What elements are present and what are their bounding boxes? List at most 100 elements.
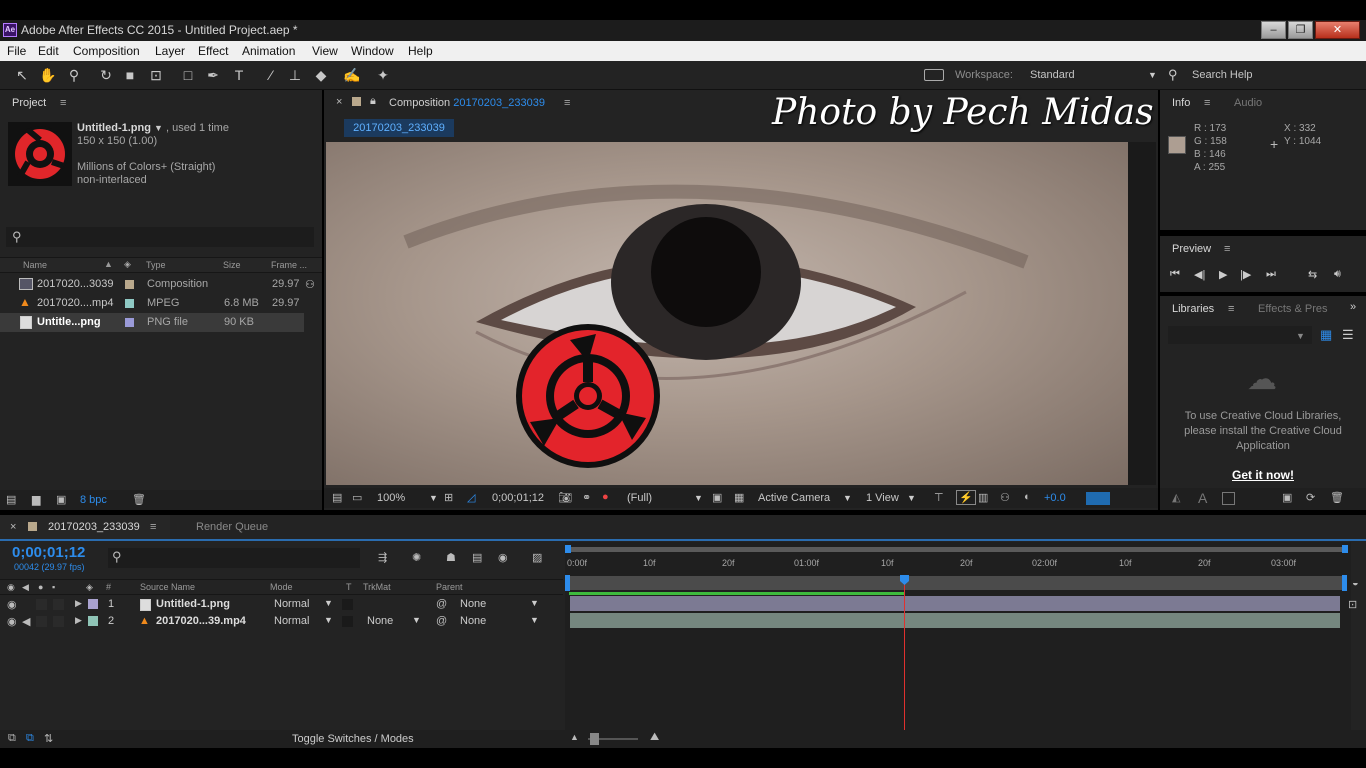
lock-box[interactable] (53, 616, 64, 627)
column-parent[interactable]: Parent (436, 582, 463, 592)
chevron-down-icon[interactable]: ▼ (907, 493, 916, 503)
menu-edit[interactable]: Edit (38, 44, 59, 58)
layer-2-bar[interactable] (570, 613, 1340, 628)
parent-dropdown[interactable]: None (460, 598, 486, 610)
snapshot-icon[interactable]: 📷︎ (558, 491, 572, 504)
preview-menu-icon[interactable]: ≡ (1224, 243, 1230, 255)
timeline-search-input[interactable]: ⚲ (108, 548, 360, 568)
eye-icon[interactable]: ◉ (7, 615, 17, 628)
camera-tool-icon[interactable]: ■ (120, 66, 140, 84)
pick-whip-icon[interactable]: @ (436, 615, 447, 627)
menu-help[interactable]: Help (408, 44, 433, 58)
bit-depth-button[interactable]: 8 bpc (80, 494, 107, 506)
loop-icon[interactable]: ⇆ (1308, 268, 1317, 281)
menu-window[interactable]: Window (351, 44, 394, 58)
layer-source-name[interactable]: 2017020...39.mp4 (156, 615, 246, 627)
flowchart-icon[interactable]: ⚇ (305, 278, 315, 291)
pan-behind-tool-icon[interactable]: ⊡ (146, 66, 166, 84)
interpret-footage-icon[interactable]: ▤ (6, 493, 16, 506)
flowchart-icon[interactable]: ⚇ (1000, 491, 1010, 504)
libraries-menu-icon[interactable]: ≡ (1228, 303, 1234, 315)
preserve-transparency-box[interactable] (342, 616, 353, 627)
composition-mini-flowchart-icon[interactable]: ⇶ (378, 551, 387, 564)
layer-source-name[interactable]: Untitled-1.png (156, 598, 230, 610)
list-view-icon[interactable]: ☰ (1342, 327, 1354, 343)
next-frame-icon[interactable]: |▶︎ (1240, 268, 1251, 281)
close-tab-icon[interactable]: × (10, 521, 16, 533)
zoom-level-dropdown[interactable]: 100% (377, 492, 405, 504)
column-trkmat[interactable]: TrkMat (363, 582, 391, 592)
close-tab-icon[interactable]: × (336, 96, 342, 108)
toggle-switches-modes-button[interactable]: Toggle Switches / Modes (292, 733, 414, 745)
resolution-dropdown[interactable]: (Full) (627, 492, 652, 504)
project-tab[interactable]: Project (12, 97, 46, 109)
title-action-safe-icon[interactable]: ⊞ (444, 491, 453, 504)
expand-arrow-icon[interactable]: ▶ (75, 598, 82, 609)
lock-box[interactable] (53, 599, 64, 610)
add-color-icon[interactable] (1222, 492, 1235, 505)
in-out-icon[interactable]: ⇅ (44, 732, 53, 745)
camera-dropdown[interactable]: Active Camera (758, 492, 830, 504)
column-type[interactable]: Type (146, 260, 166, 270)
roto-brush-tool-icon[interactable]: ✍ (342, 66, 362, 84)
rotate-tool-icon[interactable]: ↻ (96, 66, 116, 84)
comp-marker-icon[interactable]: ◒ (1352, 577, 1359, 589)
effects-presets-tab[interactable]: Effects & Pres (1258, 303, 1328, 315)
preserve-transparency-box[interactable] (342, 599, 353, 610)
work-area-end[interactable] (1342, 575, 1347, 591)
graph-editor-icon[interactable]: ▨ (532, 551, 542, 564)
layer-label-swatch[interactable] (88, 599, 98, 609)
composition-name-tab[interactable]: 20170203_233039 (344, 119, 454, 137)
chevron-down-icon[interactable]: ▼ (429, 493, 438, 503)
sync-icon[interactable]: ⟳ (1306, 491, 1315, 504)
audio-switch-icon[interactable]: ◀ (22, 582, 29, 593)
work-area-navigator[interactable] (567, 547, 1345, 552)
audio-icon[interactable]: ◀ (22, 615, 30, 628)
work-area-bar[interactable] (567, 576, 1343, 590)
column-source-name[interactable]: Source Name (140, 582, 195, 592)
current-time-display[interactable]: 0;00;01;12 (492, 492, 544, 504)
parent-dropdown[interactable]: None (460, 615, 486, 627)
comp-button-icon[interactable]: ⊡ (1348, 598, 1357, 611)
video-switch-icon[interactable]: ◉ (7, 582, 15, 593)
project-item-mpeg[interactable]: ▲ 2017020....mp4 MPEG 6.8 MB 29.97 (0, 294, 322, 313)
label-color-swatch[interactable] (125, 318, 134, 327)
transfer-controls-icon[interactable]: ⧉ (26, 732, 34, 745)
fast-previews-icon[interactable]: ⚡ (956, 490, 976, 505)
time-ruler[interactable]: 0:00f 10f 20f 01:00f 10f 20f 02:00f 10f … (565, 553, 1351, 577)
libraries-tab[interactable]: Libraries (1172, 303, 1214, 315)
column-t[interactable]: T (346, 582, 352, 592)
layer-switches-icon[interactable]: ⧉ (8, 732, 16, 745)
minimize-button[interactable]: – (1261, 21, 1286, 39)
navigator-start-handle[interactable] (565, 545, 571, 553)
info-tab[interactable]: Info (1172, 97, 1190, 109)
project-menu-icon[interactable]: ≡ (60, 97, 66, 109)
composition-tab[interactable]: Composition 20170203_233039 (389, 97, 545, 109)
selection-tool-icon[interactable]: ↖ (12, 66, 32, 84)
audio-tab[interactable]: Audio (1234, 97, 1262, 109)
work-area-start[interactable] (565, 575, 570, 591)
composition-menu-icon[interactable]: ≡ (564, 97, 570, 109)
region-of-interest-icon[interactable]: ▣ (712, 491, 722, 504)
overflow-chevron-icon[interactable]: » (1350, 301, 1356, 313)
monitor-icon[interactable]: ▭ (352, 491, 362, 504)
timeline-icon[interactable]: ▥ (978, 491, 988, 504)
type-tool-icon[interactable]: T (229, 66, 249, 84)
chevron-down-icon[interactable]: ▼ (843, 493, 852, 503)
chevron-down-icon[interactable]: ▼ (324, 598, 333, 608)
column-size[interactable]: Size (223, 260, 241, 270)
composition-viewer[interactable] (326, 142, 1156, 485)
solo-box[interactable] (36, 599, 47, 610)
close-button[interactable]: ✕ (1315, 21, 1360, 39)
eye-icon[interactable]: ◉ (7, 598, 17, 611)
new-folder-icon[interactable]: ▆ (32, 493, 40, 506)
layer-row-2[interactable]: ◉ ◀ ▶ 2 ▲ 2017020...39.mp4 Normal ▼ None… (0, 612, 563, 631)
label-color-swatch[interactable] (125, 280, 134, 289)
timeline-tab-active[interactable]: × 20170203_233039 ≡ (0, 515, 170, 539)
stock-icon[interactable]: ▣ (1282, 491, 1292, 504)
sharingan-layer[interactable] (514, 322, 662, 470)
render-queue-tab[interactable]: Render Queue (196, 521, 268, 533)
chevron-down-icon[interactable]: ▼ (324, 615, 333, 625)
column-frame[interactable]: Frame ... (271, 260, 307, 270)
reset-exposure-icon[interactable]: ◐ (1024, 491, 1031, 503)
